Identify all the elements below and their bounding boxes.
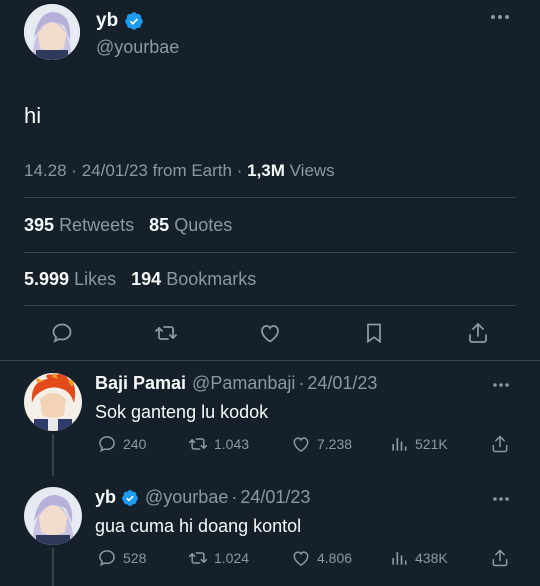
retweet-count: 1.043 xyxy=(214,436,250,452)
reply-text: gua cuma hi doang kontol xyxy=(95,516,302,536)
separator: · xyxy=(71,161,77,180)
reply-avatar[interactable] xyxy=(24,487,82,545)
view-count: 438K xyxy=(415,550,448,566)
reply-icon[interactable] xyxy=(50,321,74,345)
views-count: 1,3M xyxy=(247,161,285,180)
display-name-row: yb xyxy=(96,10,144,32)
reply-handle[interactable]: @Pamanbaji xyxy=(192,373,295,394)
reply-date[interactable]: 24/01/23 xyxy=(307,373,377,394)
retweets-count: 395 xyxy=(24,215,55,235)
reply-text: Sok ganteng lu kodok xyxy=(95,402,269,422)
retweet-button[interactable]: 1.043 xyxy=(188,434,249,454)
likes-count: 5.999 xyxy=(24,269,70,289)
retweet-icon xyxy=(188,552,208,564)
like-icon xyxy=(293,437,309,452)
likes-bookmarks-stats: 5.999 Likes 194 Bookmarks xyxy=(24,269,256,290)
separator: · xyxy=(298,373,305,393)
view-count: 521K xyxy=(415,436,448,452)
like-count: 4.806 xyxy=(317,550,353,566)
reply-header: Baji Pamai @Pamanbaji · 24/01/23 xyxy=(95,373,377,394)
quotes-count: 85 xyxy=(149,215,170,235)
divider xyxy=(0,360,540,361)
reply-action-bar: 528 1.024 4.806 438K xyxy=(95,548,516,572)
like-button[interactable]: 7.238 xyxy=(291,434,352,454)
bookmarks-label: Bookmarks xyxy=(166,269,257,289)
separator: · xyxy=(236,161,243,180)
reply-button[interactable]: 240 xyxy=(97,434,146,454)
reply-display-name[interactable]: Baji Pamai xyxy=(95,373,186,394)
thread-line xyxy=(52,434,54,476)
bookmarks-link[interactable]: 194 Bookmarks xyxy=(131,269,256,289)
retweet-count: 1.024 xyxy=(214,550,250,566)
bookmarks-count: 194 xyxy=(131,269,162,289)
share-icon xyxy=(492,549,508,567)
tweet-date[interactable]: 24/01/23 xyxy=(82,161,148,180)
share-button[interactable] xyxy=(490,548,516,568)
reply-avatar[interactable] xyxy=(24,373,82,431)
like-button[interactable]: 4.806 xyxy=(291,548,352,568)
quotes-label: Quotes xyxy=(174,215,233,235)
more-icon[interactable] xyxy=(492,382,510,388)
reply-date[interactable]: 24/01/23 xyxy=(240,487,310,508)
verified-badge-icon xyxy=(122,489,138,506)
likes-label: Likes xyxy=(74,269,117,289)
tweet-action-bar xyxy=(50,318,490,348)
share-icon[interactable] xyxy=(466,321,490,345)
reply-button[interactable]: 528 xyxy=(97,548,146,568)
verified-badge-icon xyxy=(125,12,143,30)
reply-count: 528 xyxy=(123,550,147,566)
reply-count: 240 xyxy=(123,436,147,452)
like-icon[interactable] xyxy=(258,321,282,345)
like-count: 7.238 xyxy=(317,436,353,452)
views-button[interactable]: 521K xyxy=(389,434,448,454)
views-button[interactable]: 438K xyxy=(389,548,448,568)
more-icon[interactable] xyxy=(492,496,510,502)
retweet-button[interactable]: 1.024 xyxy=(188,548,249,568)
retweet-quote-stats: 395 Retweets 85 Quotes xyxy=(24,215,232,236)
reply-header: yb @yourbae · 24/01/23 xyxy=(95,487,310,508)
views-label: Views xyxy=(289,161,335,180)
reply-icon xyxy=(99,550,115,567)
like-icon xyxy=(293,551,309,566)
retweet-icon xyxy=(188,438,208,450)
tweet-source: from Earth xyxy=(152,161,232,180)
tweet-time[interactable]: 14.28 xyxy=(24,161,67,180)
thread-line xyxy=(52,548,54,586)
reply-handle[interactable]: @yourbae xyxy=(145,487,228,508)
views-icon xyxy=(392,438,407,451)
quotes-link[interactable]: 85 Quotes xyxy=(149,215,232,235)
divider xyxy=(24,252,516,253)
tweet-text: hi xyxy=(24,103,42,128)
share-icon xyxy=(492,435,508,453)
bookmark-icon[interactable] xyxy=(362,321,386,345)
views-icon xyxy=(392,552,407,565)
tweet-meta: 14.28 · 24/01/23 from Earth · 1,3M Views xyxy=(24,161,335,181)
likes-link[interactable]: 5.999 Likes xyxy=(24,269,121,289)
display-name[interactable]: yb xyxy=(96,10,118,32)
reply-action-bar: 240 1.043 7.238 521K xyxy=(95,434,516,458)
avatar[interactable] xyxy=(24,4,80,60)
handle[interactable]: @yourbae xyxy=(96,37,179,58)
separator: · xyxy=(231,487,238,507)
retweets-label: Retweets xyxy=(59,215,135,235)
more-icon[interactable] xyxy=(490,14,510,20)
share-button[interactable] xyxy=(490,434,516,454)
retweet-icon[interactable] xyxy=(154,321,178,345)
divider xyxy=(24,197,516,198)
divider xyxy=(24,305,516,306)
retweets-link[interactable]: 395 Retweets xyxy=(24,215,139,235)
reply-display-name[interactable]: yb xyxy=(95,487,116,508)
reply-icon xyxy=(99,436,115,453)
